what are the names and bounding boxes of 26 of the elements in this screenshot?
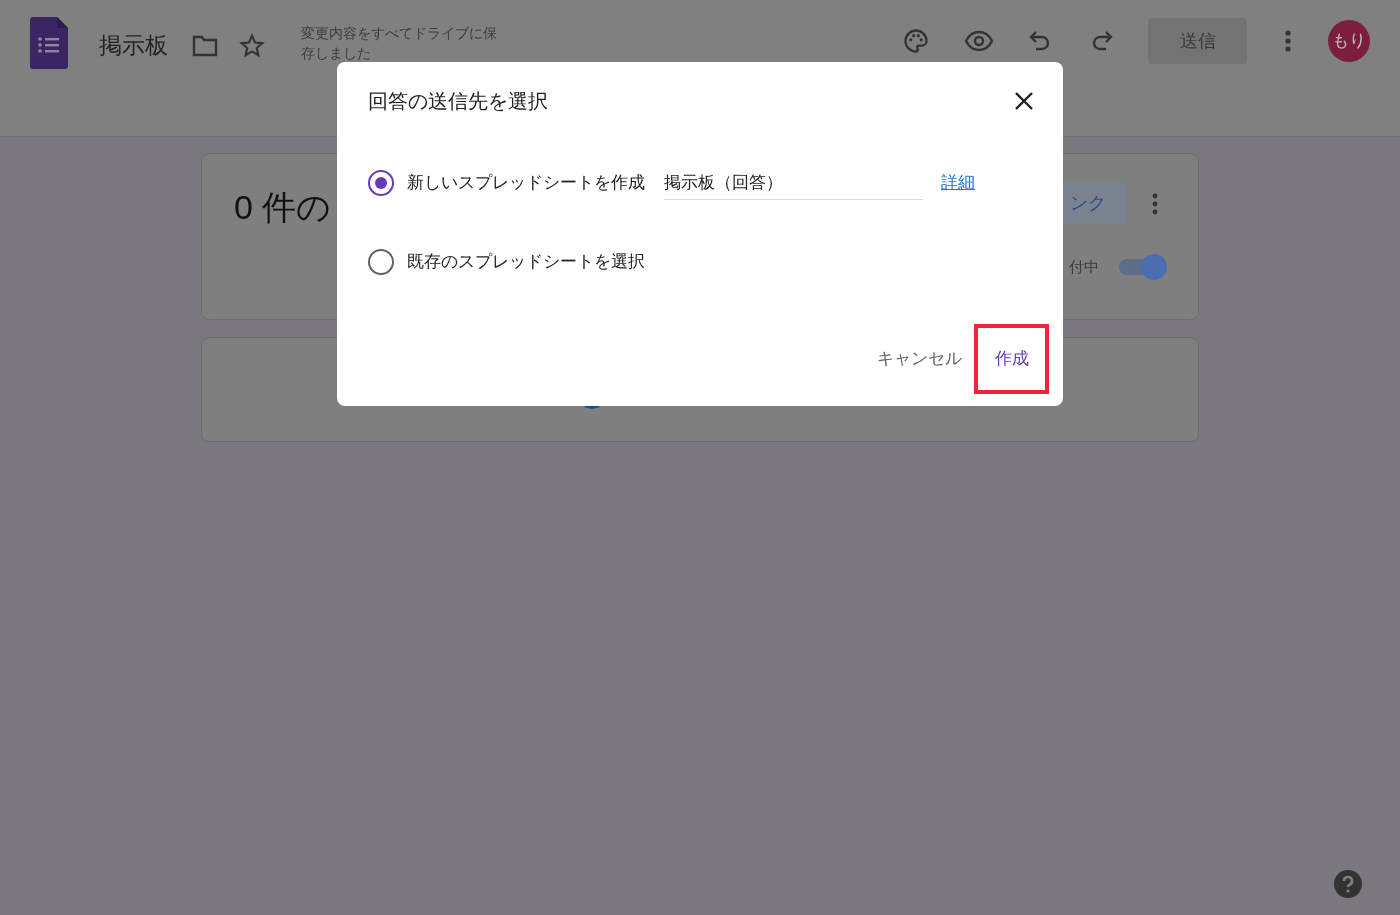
dialog-title: 回答の送信先を選択 (368, 89, 548, 114)
option-label[interactable]: 新しいスプレッドシートを作成 (407, 170, 645, 196)
save-status: 変更内容をすべてドライブに保存しました (301, 24, 498, 63)
forms-logo-icon (30, 17, 68, 69)
help-icon[interactable] (1334, 870, 1362, 898)
radio-button[interactable] (368, 249, 394, 275)
more-options-icon[interactable] (1285, 30, 1291, 52)
folder-icon[interactable] (192, 35, 218, 57)
redo-icon[interactable] (1090, 30, 1114, 52)
close-icon[interactable] (1014, 91, 1034, 111)
user-avatar[interactable]: もり (1328, 20, 1370, 62)
cancel-button[interactable]: キャンセル (867, 338, 972, 380)
accepting-label: 付中 (1069, 256, 1099, 277)
details-link[interactable]: 詳細 (941, 170, 975, 196)
palette-icon[interactable] (902, 27, 930, 55)
create-button[interactable]: 作成 (984, 338, 1039, 380)
more-options-icon[interactable] (1152, 192, 1158, 215)
spreadsheet-name-field[interactable]: 掲示板（回答） (664, 166, 923, 200)
preview-eye-icon[interactable] (964, 30, 994, 52)
undo-icon[interactable] (1028, 30, 1052, 52)
form-title[interactable]: 掲示板 (99, 28, 168, 63)
radio-button[interactable] (368, 170, 394, 196)
star-icon[interactable] (239, 33, 265, 59)
option-label[interactable]: 既存のスプレッドシートを選択 (407, 249, 645, 275)
responses-heading: 0 件の (234, 187, 332, 228)
accepting-toggle[interactable] (1119, 253, 1167, 281)
